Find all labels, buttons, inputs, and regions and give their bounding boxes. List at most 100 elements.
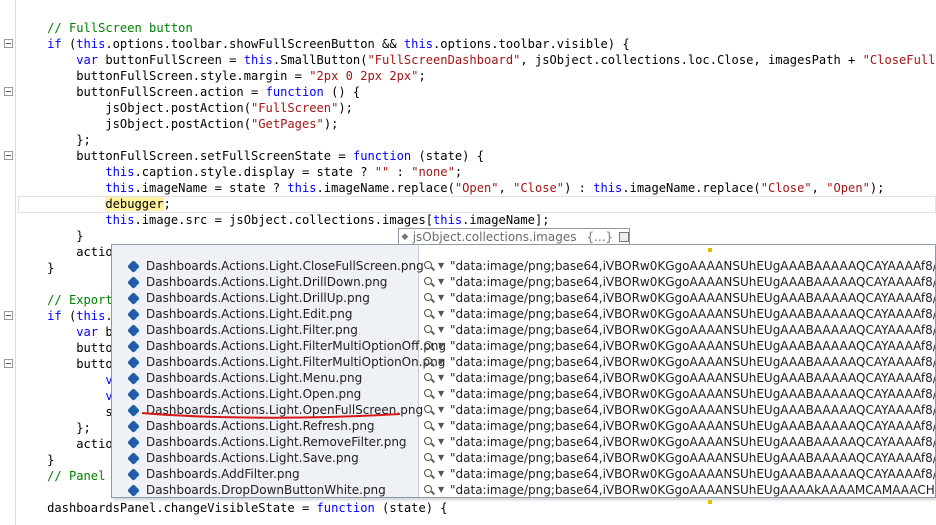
- code-line[interactable]: v: [18, 388, 112, 404]
- datatip-row[interactable]: Dashboards.Actions.Light.Refresh.png ▼ "da…: [112, 418, 935, 434]
- datatip-row-value[interactable]: "data:image/png;base64,iVBORw0KGgoAAAANS…: [450, 418, 935, 434]
- datatip-row-value[interactable]: "data:image/png;base64,iVBORw0KGgoAAAANS…: [450, 338, 935, 354]
- magnifier-icon[interactable]: [423, 402, 435, 418]
- collapse-icon[interactable]: [4, 87, 13, 96]
- datatip-row[interactable]: Dashboards.Actions.Light.Filter.png ▼ "dat…: [112, 322, 935, 338]
- code-line[interactable]: actio: [18, 244, 112, 260]
- datatip-row-value[interactable]: "data:image/png;base64,iVBORw0KGgoAAAANS…: [450, 386, 935, 402]
- datatip-row[interactable]: Dashboards.DropDownButtonWhite.png ▼ "data…: [112, 482, 935, 497]
- magnifier-icon[interactable]: [423, 418, 435, 434]
- code-line[interactable]: }: [18, 260, 54, 276]
- collapse-icon[interactable]: [4, 151, 13, 160]
- visualizer-dropdown-icon[interactable]: ▼: [438, 306, 444, 322]
- visualizer-dropdown-icon[interactable]: ▼: [438, 274, 444, 290]
- code-line[interactable]: if (this.o: [18, 308, 120, 324]
- datatip-row[interactable]: Dashboards.Actions.Light.DrillUp.png ▼ "da…: [112, 290, 935, 306]
- magnifier-icon[interactable]: [423, 386, 435, 402]
- visualizer-dropdown-icon[interactable]: ▼: [438, 450, 444, 466]
- code-line[interactable]: };: [18, 420, 91, 436]
- code-line[interactable]: if (this.options.toolbar.showFullScreenB…: [18, 36, 630, 52]
- code-line[interactable]: this.image.src = jsObject.collections.im…: [18, 212, 549, 228]
- code-line[interactable]: var b: [18, 324, 112, 340]
- datatip-row-value[interactable]: "data:image/png;base64,iVBORw0KGgoAAAANS…: [450, 290, 935, 306]
- code-token: (state) {: [411, 149, 484, 163]
- code-line[interactable]: debugger;: [18, 196, 171, 212]
- magnifier-icon[interactable]: [423, 322, 435, 338]
- code-line[interactable]: dashboardsPanel.changeVisibleState = fun…: [18, 500, 447, 516]
- visualizer-dropdown-icon[interactable]: ▼: [438, 290, 444, 306]
- datatip-row[interactable]: Dashboards.Actions.Light.RemoveFilter.pn…: [112, 434, 935, 450]
- magnifier-icon[interactable]: [423, 370, 435, 386]
- magnifier-icon[interactable]: [423, 306, 435, 322]
- code-line[interactable]: }: [18, 228, 83, 244]
- datatip-row[interactable]: Dashboards.Actions.Light.FilterMultiOpti…: [112, 354, 935, 370]
- magnifier-icon[interactable]: [423, 290, 435, 306]
- datatip-row[interactable]: Dashboards.Actions.Light.DrillDown.png ▼ "…: [112, 274, 935, 290]
- visualizer-dropdown-icon[interactable]: ▼: [438, 338, 444, 354]
- datatip-row-value[interactable]: "data:image/png;base64,iVBORw0KGgoAAAANS…: [450, 274, 935, 290]
- code-line[interactable]: actio: [18, 436, 112, 452]
- datatip-row-value[interactable]: "data:image/png;base64,iVBORw0KGgoAAAANS…: [450, 306, 935, 322]
- datatip-row[interactable]: Dashboards.Actions.Light.Menu.png ▼ "data:…: [112, 370, 935, 386]
- datatip-row-value[interactable]: "data:image/png;base64,iVBORw0KGgoAAAANS…: [450, 482, 935, 497]
- code-line[interactable]: jsObject.postAction("GetPages");: [18, 116, 338, 132]
- datatip-row[interactable]: Dashboards.AddFilter.png ▼ "data:image/png…: [112, 466, 935, 482]
- datatip-row[interactable]: Dashboards.Actions.Light.Edit.png ▼ "data:…: [112, 306, 935, 322]
- code-line[interactable]: jsObject.postAction("FullScreen");: [18, 100, 353, 116]
- code-line[interactable]: v: [18, 372, 112, 388]
- datatip-row-value[interactable]: "data:image/png;base64,iVBORw0KGgoAAAANS…: [450, 450, 935, 466]
- datatip-row-value[interactable]: "data:image/png;base64,iVBORw0KGgoAAAANS…: [450, 466, 935, 482]
- visualizer-dropdown-icon[interactable]: ▼: [438, 466, 444, 482]
- datatip-row-name: Dashboards.Actions.Light.Filter.png: [146, 323, 358, 337]
- code-line[interactable]: // Export: [18, 292, 113, 308]
- visualizer-dropdown-icon[interactable]: ▼: [438, 386, 444, 402]
- datatip-row[interactable]: Dashboards.Actions.Light.FilterMultiOpti…: [112, 338, 935, 354]
- collapse-icon[interactable]: [4, 359, 13, 368]
- expand-icon[interactable]: [619, 232, 629, 242]
- datatip-row[interactable]: Dashboards.Actions.Light.Save.png ▼ "data:…: [112, 450, 935, 466]
- datatip-row-value[interactable]: "data:image/png;base64,iVBORw0KGgoAAAANS…: [450, 322, 935, 338]
- code-line[interactable]: s: [18, 404, 112, 420]
- visualizer-dropdown-icon[interactable]: ▼: [438, 322, 444, 338]
- magnifier-icon[interactable]: [423, 258, 435, 274]
- property-icon: [127, 308, 140, 321]
- magnifier-icon[interactable]: [423, 482, 435, 497]
- code-line[interactable]: };: [18, 132, 91, 148]
- code-line[interactable]: butto: [18, 356, 112, 372]
- collapse-icon[interactable]: [4, 311, 13, 320]
- code-line[interactable]: // FullScreen button: [18, 20, 193, 36]
- datatip-row-value[interactable]: "data:image/png;base64,iVBORw0KGgoAAAANS…: [450, 370, 935, 386]
- code-line[interactable]: }: [18, 452, 54, 468]
- datatip-row[interactable]: Dashboards.Actions.Light.OpenFullScreen.…: [112, 402, 935, 418]
- magnifier-icon[interactable]: [423, 338, 435, 354]
- datatip-row[interactable]: Dashboards.Actions.Light.Open.png ▼ "data:…: [112, 386, 935, 402]
- code-line[interactable]: buttonFullScreen.action = function () {: [18, 84, 360, 100]
- visualizer-dropdown-icon[interactable]: ▼: [438, 354, 444, 370]
- pin-icon[interactable]: ◆: [399, 232, 411, 242]
- code-line[interactable]: buttonFullScreen.style.margin = "2px 0 2…: [18, 68, 426, 84]
- code-line[interactable]: butto: [18, 340, 112, 356]
- code-line[interactable]: // Panel: [18, 468, 105, 484]
- datatip-row[interactable]: Dashboards.Actions.Light.CloseFullScreen…: [112, 258, 935, 274]
- magnifier-icon[interactable]: [423, 466, 435, 482]
- datatip-row-value[interactable]: "data:image/png;base64,iVBORw0KGgoAAAANS…: [450, 402, 935, 418]
- visualizer-dropdown-icon[interactable]: ▼: [438, 418, 444, 434]
- datatip-row-value[interactable]: "data:image/png;base64,iVBORw0KGgoAAAANS…: [450, 354, 935, 370]
- datatip-row-value[interactable]: "data:image/png;base64,iVBORw0KGgoAAAANS…: [450, 434, 935, 450]
- code-line[interactable]: var buttonFullScreen = this.SmallButton(…: [18, 52, 936, 68]
- visualizer-dropdown-icon[interactable]: ▼: [438, 402, 444, 418]
- datatip-popup[interactable]: Dashboards.Actions.Light.CloseFullScreen…: [111, 244, 936, 498]
- magnifier-icon[interactable]: [423, 354, 435, 370]
- visualizer-dropdown-icon[interactable]: ▼: [438, 258, 444, 274]
- visualizer-dropdown-icon[interactable]: ▼: [438, 482, 444, 497]
- datatip-row-value[interactable]: "data:image/png;base64,iVBORw0KGgoAAAANS…: [450, 258, 935, 274]
- code-line[interactable]: this.imageName = state ? this.imageName.…: [18, 180, 884, 196]
- collapse-icon[interactable]: [4, 39, 13, 48]
- code-line[interactable]: buttonFullScreen.setFullScreenState = fu…: [18, 148, 484, 164]
- visualizer-dropdown-icon[interactable]: ▼: [438, 434, 444, 450]
- code-line[interactable]: this.caption.style.display = state ? "" …: [18, 164, 462, 180]
- magnifier-icon[interactable]: [423, 434, 435, 450]
- visualizer-dropdown-icon[interactable]: ▼: [438, 370, 444, 386]
- magnifier-icon[interactable]: [423, 274, 435, 290]
- magnifier-icon[interactable]: [423, 450, 435, 466]
